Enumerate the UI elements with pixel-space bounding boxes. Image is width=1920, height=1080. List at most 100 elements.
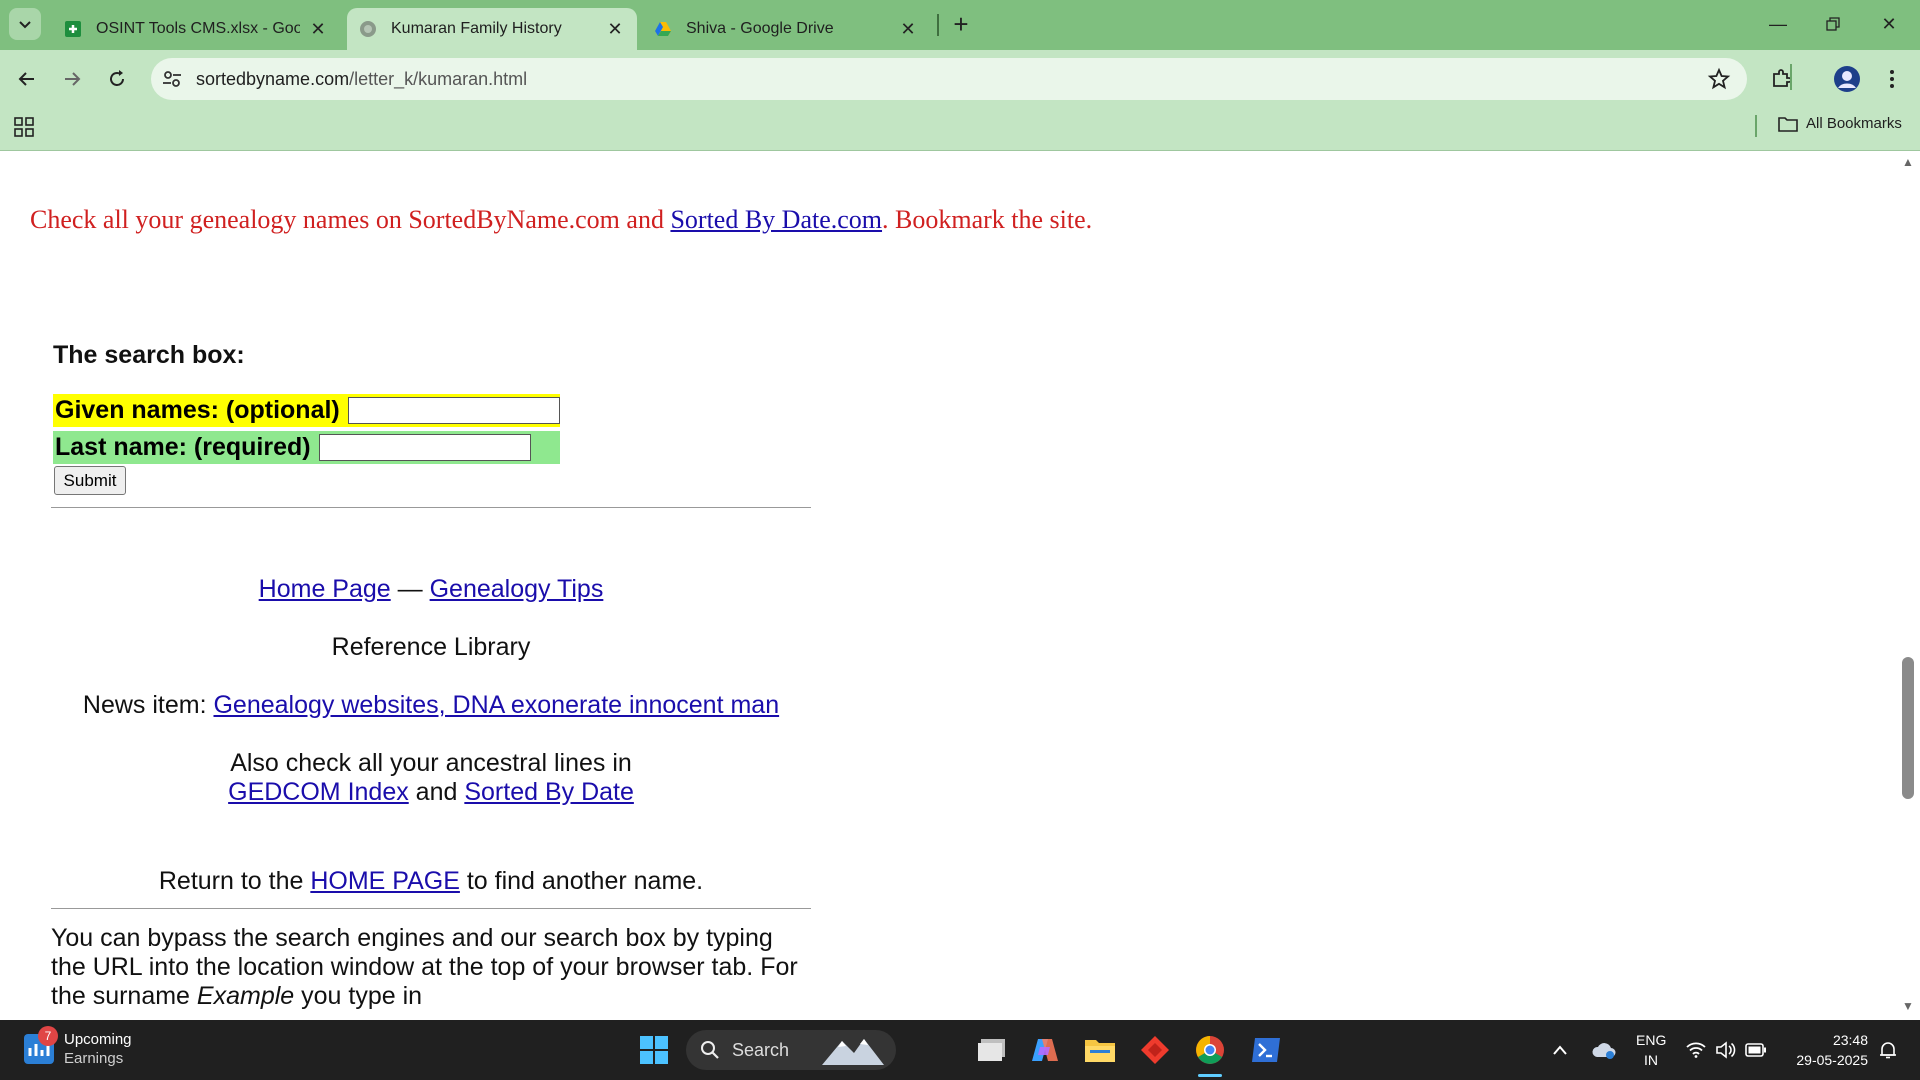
site-info-icon[interactable] bbox=[161, 68, 183, 90]
reference-library-text: Reference Library bbox=[331, 633, 531, 661]
close-icon[interactable]: ✕ bbox=[898, 19, 918, 39]
home-page-link[interactable]: Home Page bbox=[259, 575, 391, 603]
anydesk-button[interactable] bbox=[1137, 1032, 1173, 1068]
minimize-icon: — bbox=[1769, 13, 1787, 34]
scrollbar-thumb[interactable] bbox=[1902, 657, 1914, 799]
submit-button[interactable]: Submit bbox=[54, 466, 126, 495]
bookmark-star-icon[interactable] bbox=[1707, 67, 1731, 91]
given-names-input[interactable] bbox=[347, 397, 560, 424]
browser-toolbar: sortedbyname.com/letter_k/kumaran.html bbox=[0, 50, 1920, 106]
onedrive-button[interactable] bbox=[1586, 1032, 1622, 1068]
puzzle-icon bbox=[1773, 69, 1792, 87]
arrow-left-icon bbox=[18, 72, 34, 86]
page-content: Check all your genealogy names on Sorted… bbox=[0, 151, 1896, 1020]
task-view-button[interactable] bbox=[974, 1032, 1010, 1068]
tab-title: OSINT Tools CMS.xlsx - Google bbox=[96, 20, 300, 37]
widgets-button[interactable]: 7 Upcoming Earnings bbox=[24, 1026, 132, 1068]
search-label: Search bbox=[732, 1039, 790, 1060]
tab-kumaran-family-history[interactable]: Kumaran Family History ✕ bbox=[347, 8, 637, 50]
bypass-text: You can bypass the search engines and ou… bbox=[51, 924, 798, 1010]
battery-icon bbox=[1745, 1043, 1766, 1057]
sorted-by-date-link[interactable]: Sorted By Date.com bbox=[670, 205, 882, 234]
sheets-icon bbox=[65, 21, 81, 37]
wifi-icon bbox=[1686, 1042, 1706, 1058]
menu-button[interactable] bbox=[1875, 62, 1909, 96]
plus-icon: + bbox=[953, 8, 969, 39]
notification-badge: 7 bbox=[38, 1026, 58, 1046]
copilot-icon bbox=[1032, 1039, 1058, 1061]
widget-subtitle: Earnings bbox=[64, 1050, 124, 1067]
task-view-icon bbox=[978, 1039, 1005, 1061]
close-icon[interactable]: ✕ bbox=[308, 19, 328, 39]
page-scrollbar[interactable]: ▲ ▼ bbox=[1896, 151, 1920, 1020]
notifications-button[interactable] bbox=[1870, 1032, 1906, 1068]
restore-button[interactable] bbox=[1810, 6, 1856, 42]
close-icon[interactable]: ✕ bbox=[605, 19, 625, 39]
minimize-button[interactable]: — bbox=[1755, 6, 1801, 42]
restore-icon bbox=[1826, 17, 1840, 31]
all-bookmarks-button[interactable]: All Bookmarks bbox=[1778, 115, 1902, 132]
gedcom-index-link[interactable]: GEDCOM Index bbox=[228, 778, 409, 806]
active-app-indicator bbox=[1198, 1074, 1222, 1077]
speaker-icon bbox=[1716, 1041, 1736, 1059]
widget-text: Upcoming Earnings bbox=[64, 1030, 132, 1068]
scroll-down-icon[interactable]: ▼ bbox=[1902, 999, 1914, 1013]
copilot-button[interactable] bbox=[1027, 1032, 1063, 1068]
battery-button[interactable] bbox=[1738, 1032, 1774, 1068]
reload-button[interactable] bbox=[100, 62, 134, 96]
address-bar[interactable]: sortedbyname.com/letter_k/kumaran.html bbox=[151, 58, 1747, 100]
tab-title: Kumaran Family History bbox=[391, 20, 562, 37]
sorted-by-date-link-2[interactable]: Sorted By Date bbox=[464, 778, 634, 806]
new-tab-button[interactable]: + bbox=[947, 8, 975, 39]
show-hidden-icons-button[interactable] bbox=[1542, 1032, 1578, 1068]
folder-icon bbox=[1085, 1040, 1115, 1062]
forward-button[interactable] bbox=[55, 62, 89, 96]
close-window-button[interactable]: ✕ bbox=[1866, 6, 1912, 42]
folder-icon bbox=[1778, 116, 1798, 132]
toolbar-separator bbox=[1790, 64, 1792, 90]
return-text-before: Return to the bbox=[158, 867, 311, 895]
tab-osint-tools[interactable]: OSINT Tools CMS.xlsx - Google ✕ bbox=[52, 8, 340, 50]
tab-strip: OSINT Tools CMS.xlsx - Google ✕ Kumaran … bbox=[0, 0, 1920, 50]
return-text-after: to find another name. bbox=[459, 867, 704, 895]
extensions-button[interactable] bbox=[1764, 62, 1798, 96]
bypass-text-after: you type in bbox=[294, 982, 423, 1010]
url-path: /letter_k/kumaran.html bbox=[349, 69, 528, 89]
scroll-up-icon[interactable]: ▲ bbox=[1902, 155, 1914, 169]
home-page-caps-link[interactable]: HOME PAGE bbox=[310, 867, 460, 895]
drive-icon bbox=[655, 22, 671, 36]
also-check-text: Also check all your ancestral lines in bbox=[230, 749, 632, 777]
diamond-app-icon bbox=[1141, 1036, 1169, 1064]
file-explorer-button[interactable] bbox=[1082, 1032, 1118, 1068]
language-code: ENG bbox=[1636, 1032, 1667, 1048]
url-text: sortedbyname.com/letter_k/kumaran.html bbox=[196, 69, 527, 90]
more-vert-icon bbox=[1890, 70, 1894, 88]
tab-search-button[interactable] bbox=[9, 8, 41, 40]
chrome-icon bbox=[1196, 1036, 1224, 1064]
start-button[interactable] bbox=[636, 1032, 672, 1068]
apps-grid-icon[interactable] bbox=[14, 117, 34, 137]
nav-links-line: Home Page — Genealogy Tips bbox=[51, 575, 811, 604]
chevron-up-icon bbox=[1553, 1045, 1567, 1055]
close-icon: ✕ bbox=[1881, 13, 1897, 34]
tab-shiva-google-drive[interactable]: Shiva - Google Drive ✕ bbox=[642, 8, 930, 50]
globe-icon bbox=[360, 21, 376, 37]
terminal-icon bbox=[1252, 1038, 1280, 1062]
chrome-taskbar-button[interactable] bbox=[1192, 1032, 1228, 1068]
avatar bbox=[1834, 66, 1860, 92]
bypass-paragraph: You can bypass the search engines and ou… bbox=[51, 924, 811, 1011]
last-name-label: Last name: (required) bbox=[55, 433, 311, 461]
system-clock[interactable]: 23:48 29-05-2025 bbox=[1784, 1030, 1868, 1070]
genealogy-tips-link[interactable]: Genealogy Tips bbox=[430, 575, 604, 603]
taskbar-search-box[interactable]: Search bbox=[686, 1030, 896, 1070]
language-indicator[interactable]: ENG IN bbox=[1636, 1030, 1666, 1070]
windows-logo-icon bbox=[640, 1036, 668, 1064]
news-item-link[interactable]: Genealogy websites, DNA exonerate innoce… bbox=[213, 691, 779, 719]
powershell-button[interactable] bbox=[1248, 1032, 1284, 1068]
widget-title: Upcoming bbox=[64, 1031, 132, 1048]
last-name-input[interactable] bbox=[318, 434, 531, 461]
back-button[interactable] bbox=[10, 62, 44, 96]
profile-button[interactable] bbox=[1830, 62, 1864, 96]
given-names-label: Given names: (optional) bbox=[55, 396, 340, 424]
return-line: Return to the HOME PAGE to find another … bbox=[51, 867, 811, 896]
